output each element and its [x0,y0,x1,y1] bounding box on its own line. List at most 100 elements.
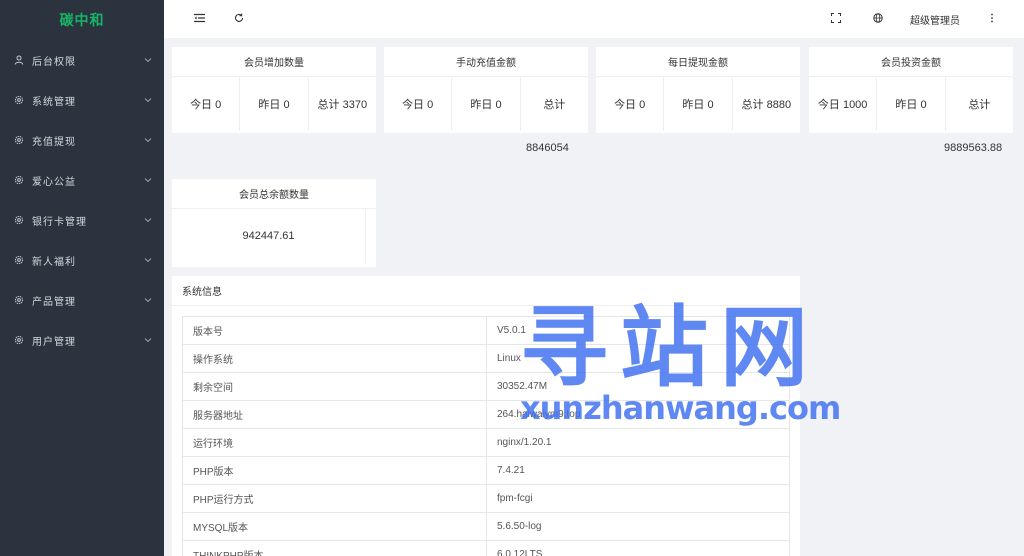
table-value: 264.haiwaiym9.top [486,400,790,429]
chevron-down-icon [144,216,152,224]
gear-icon [14,215,24,225]
stat-total: 总计 [543,99,566,111]
sidebar-item-label: 银行卡管理 [32,216,87,228]
table-value: fpm-fcgi [486,484,790,513]
gear-icon [14,135,24,145]
card-title: 每日提现金额 [596,47,800,77]
chevron-down-icon [144,176,152,184]
stat-total-overflow-value: 8846054 [526,142,569,154]
stat-card-manual-recharge: 手动充值金额 今日 0 昨日 0 总计 [384,47,588,133]
system-info-card: 系统信息 版本号 V5.0.1 操作系统 Linux 剩余空间 30352.47M 服… [172,276,800,556]
card-title: 会员增加数量 [172,47,376,77]
table-value: Linux [486,344,790,373]
table-value: 7.4.21 [486,456,790,485]
stat-total: 总计 [968,99,991,111]
chevron-down-icon [144,56,152,64]
sidebar-item-charity[interactable]: 爱心公益 [0,160,164,200]
table-key: 运行环境 [182,428,487,457]
sidebar-item-user-management[interactable]: 用户管理 [0,320,164,360]
chevron-down-icon [144,296,152,304]
stat-card-member-increase: 会员增加数量 今日 0 昨日 0 总计 3370 [172,47,376,133]
sidebar-item-bank-cards[interactable]: 银行卡管理 [0,200,164,240]
more-button[interactable] [982,9,1002,29]
table-key: THINKPHP版本 [182,540,487,556]
fullscreen-button[interactable] [826,9,846,29]
table-key: 操作系统 [182,344,487,373]
stat-total: 总计 8880 [741,99,792,111]
table-row: 运行环境 nginx/1.20.1 [182,428,790,457]
stat-card-total-balance: 会员总余额数量 942447.61 [172,179,376,267]
table-row: MYSQL版本 5.6.50-log [182,512,790,541]
table-key: 剩余空间 [182,372,487,401]
table-key: 版本号 [182,316,487,345]
stat-total-overflow-value: 9889563.88 [944,142,1003,154]
sidebar-item-admin-permissions[interactable]: 后台权限 [0,40,164,80]
stat-yesterday: 昨日 0 [452,77,521,131]
gear-icon [14,95,24,105]
stat-card-member-investment: 会员投资金额 今日 1000 昨日 0 总计 [809,47,1013,133]
language-button[interactable] [868,9,888,29]
gear-icon [14,295,24,305]
stat-total: 总计 3370 [317,99,368,111]
table-row: 服务器地址 264.haiwaiym9.top [182,400,790,429]
system-info-table: 版本号 V5.0.1 操作系统 Linux 剩余空间 30352.47M 服务器地址 2… [182,316,790,556]
table-value: 30352.47M [486,372,790,401]
table-key: 服务器地址 [182,400,487,429]
stat-yesterday: 昨日 0 [240,77,309,131]
sidebar-item-new-user-benefits[interactable]: 新人福利 [0,240,164,280]
globe-icon [873,12,883,26]
stat-yesterday: 昨日 0 [877,77,946,131]
stat-yesterday: 昨日 0 [664,77,733,131]
table-value: nginx/1.20.1 [486,428,790,457]
sidebar-item-label: 爱心公益 [32,176,76,188]
table-row: THINKPHP版本6.0.12LTS [182,540,790,556]
stat-card-daily-withdraw: 每日提现金额 今日 0 昨日 0 总计 8880 [596,47,800,133]
sidebar-item-label: 充值提现 [32,136,76,148]
sidebar-item-system-management[interactable]: 系统管理 [0,80,164,120]
table-value: V5.0.1 [486,316,790,345]
stat-today: 今日 1000 [809,77,878,131]
sidebar-item-label: 后台权限 [32,56,76,68]
top-header: 超级管理员 [164,0,1024,38]
table-row: 剩余空间 30352.47M [182,372,790,401]
stat-today: 今日 0 [384,77,453,131]
menu-fold-icon [193,13,205,26]
table-value: 6.0.12LTS [486,540,790,556]
stat-cell-spacer [366,209,376,263]
table-key: MYSQL版本 [182,512,487,541]
card-title: 会员总余额数量 [172,179,376,209]
chevron-down-icon [144,96,152,104]
more-vertical-icon [990,13,994,26]
sidebar: 碳中和 后台权限 系统管理 充值提现 爱心公益 银行卡管理 新人福利 产品管理 … [0,0,164,556]
sidebar-item-label: 系统管理 [32,96,76,108]
menu-fold-button[interactable] [189,9,209,29]
sidebar-item-label: 产品管理 [32,296,76,308]
sidebar-item-recharge-withdraw[interactable]: 充值提现 [0,120,164,160]
sidebar-item-product-management[interactable]: 产品管理 [0,280,164,320]
table-value: 5.6.50-log [486,512,790,541]
app-logo[interactable]: 碳中和 [0,0,164,40]
chevron-down-icon [144,256,152,264]
table-row: 版本号 V5.0.1 [182,316,790,345]
table-row: 操作系统 Linux [182,344,790,373]
refresh-button[interactable] [229,9,249,29]
fullscreen-icon [831,12,841,26]
sidebar-item-label: 用户管理 [32,336,76,348]
gear-icon [14,255,24,265]
table-key: PHP运行方式 [182,484,487,513]
chevron-down-icon [144,336,152,344]
sidebar-item-label: 新人福利 [32,256,76,268]
table-key: PHP版本 [182,456,487,485]
stat-today: 今日 0 [596,77,665,131]
table-row: PHP运行方式 fpm-fcgi [182,484,790,513]
table-row: PHP版本 7.4.21 [182,456,790,485]
user-name[interactable]: 超级管理员 [910,12,960,27]
main-content: 会员增加数量 今日 0 昨日 0 总计 3370 手动充值金额 今日 0 昨日 … [164,38,1024,556]
stat-today: 今日 0 [172,77,241,131]
chevron-down-icon [144,136,152,144]
stat-balance-value: 942447.61 [172,209,366,263]
card-title: 手动充值金额 [384,47,588,77]
gear-icon [14,335,24,345]
user-icon [14,55,24,65]
system-info-title: 系统信息 [172,276,800,306]
